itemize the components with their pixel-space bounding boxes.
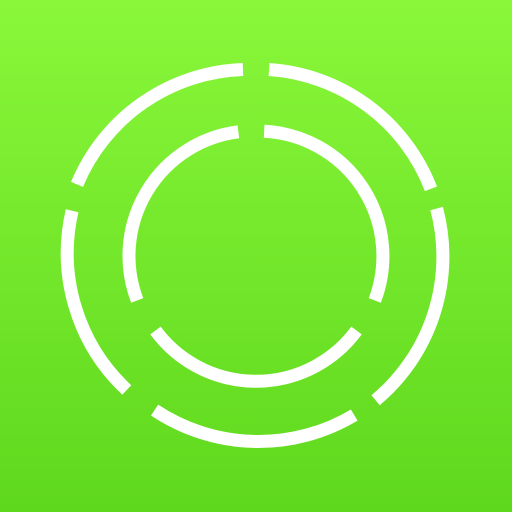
app-icon[interactable] (0, 0, 512, 512)
segmented-rings-icon (0, 0, 512, 512)
